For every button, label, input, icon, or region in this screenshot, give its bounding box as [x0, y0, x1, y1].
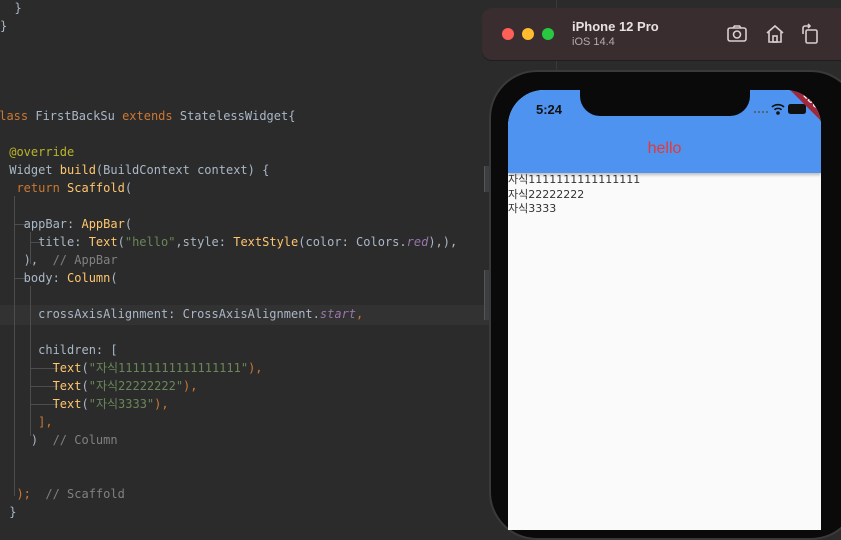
code-line[interactable]: ) // Column	[2, 431, 118, 449]
code-token: // Column	[52, 433, 118, 447]
code-token: (	[117, 235, 125, 249]
code-line[interactable]: }	[0, 17, 7, 35]
code-token: ),	[248, 361, 263, 375]
code-token: ),	[2, 253, 53, 267]
code-token: Text	[52, 361, 82, 375]
code-line[interactable]: Text("자식11111111111111111"),	[2, 359, 263, 377]
code-token: ),	[154, 397, 169, 411]
code-token: appBar:	[2, 217, 82, 231]
code-token: }	[0, 19, 8, 33]
code-token: "자식22222222"	[88, 379, 184, 393]
screenshot-icon[interactable]	[725, 22, 749, 46]
code-token: Column	[67, 271, 111, 285]
battery-icon	[788, 104, 806, 114]
code-token: Text	[88, 235, 118, 249]
code-token: (	[124, 181, 133, 195]
code-token: @override	[2, 145, 75, 159]
code-token: "hello"	[124, 235, 176, 249]
code-line[interactable]: }	[0, 0, 22, 17]
code-token: AppBar	[81, 217, 125, 231]
code-token: ,style:	[175, 235, 234, 249]
code-token: title:	[2, 235, 89, 249]
code-token: StatelessWidget{	[179, 109, 296, 123]
code-token: ,	[356, 307, 364, 321]
code-token: FirstBackSu	[35, 109, 123, 123]
body-column: 자식1111111111111111 자식22222222 자식3333	[508, 173, 821, 217]
body-text-2: 자식22222222	[508, 187, 585, 201]
device-notch	[580, 90, 750, 116]
appbar-title: hello	[647, 140, 682, 157]
code-token: "자식11111111111111111"	[88, 361, 249, 375]
code-line[interactable]: children: [	[2, 341, 118, 359]
code-token: (color: Colors.	[298, 235, 407, 249]
code-token: (	[81, 379, 89, 393]
rotate-icon[interactable]	[798, 22, 822, 46]
code-token: ),	[183, 379, 198, 393]
code-line[interactable]: body: Column(	[2, 269, 118, 287]
code-token: body:	[2, 271, 68, 285]
zoom-window-button[interactable]	[542, 28, 554, 40]
code-token: Scaffold	[67, 181, 125, 195]
close-window-button[interactable]	[502, 28, 514, 40]
code-line[interactable]: Text("자식22222222"),	[2, 377, 198, 395]
code-token: // Scaffold	[45, 487, 125, 501]
code-token: crossAxisAlignment: CrossAxisAlignment.	[2, 307, 320, 321]
code-line[interactable]: Widget build(BuildContext context) {	[2, 161, 269, 179]
device-name: iPhone 12 Pro	[572, 19, 659, 34]
code-token: ),),	[428, 235, 458, 249]
code-token: TextStyle	[233, 235, 299, 249]
os-version: iOS 14.4	[572, 36, 615, 48]
code-token: }	[0, 1, 22, 15]
code-token: children: [	[2, 343, 118, 357]
code-token: start	[319, 307, 357, 321]
code-token: ],	[2, 415, 53, 429]
cellular-signal-icon	[754, 111, 768, 113]
code-line[interactable]: ), // AppBar	[2, 251, 118, 269]
code-line[interactable]: appBar: AppBar(	[2, 215, 132, 233]
code-line[interactable]: crossAxisAlignment: CrossAxisAlignment.s…	[2, 305, 363, 323]
code-token: build	[59, 163, 96, 177]
code-line[interactable]: Text("자식3333"),	[2, 395, 169, 413]
code-token: Text	[52, 397, 82, 411]
body-text-3: 자식3333	[508, 202, 557, 215]
code-line[interactable]: }	[2, 503, 16, 521]
code-line[interactable]: @override	[2, 143, 74, 161]
minimize-window-button[interactable]	[522, 28, 534, 40]
code-token: Widget	[2, 163, 60, 177]
wifi-icon	[771, 103, 785, 115]
code-token: (	[124, 217, 133, 231]
code-token: return	[16, 181, 68, 195]
code-token: "자식3333"	[88, 397, 155, 411]
code-token: (	[81, 361, 89, 375]
code-token: );	[2, 487, 46, 501]
app-screen[interactable]: 5:24 hello DEBUG 자식1111111111111111 자식22…	[508, 90, 821, 530]
code-line[interactable]: ],	[2, 413, 53, 431]
code-token: (	[81, 397, 89, 411]
code-token: (	[110, 271, 118, 285]
code-token: red	[406, 235, 429, 249]
code-line[interactable]: return Scaffold(	[2, 179, 132, 197]
code-token: Text	[52, 379, 82, 393]
status-time: 5:24	[536, 102, 563, 117]
code-token: class	[0, 109, 29, 123]
code-token: )	[2, 433, 53, 447]
simulator-toolbar: iPhone 12 Pro iOS 14.4	[482, 8, 841, 60]
body-text-1: 자식1111111111111111	[508, 173, 641, 186]
code-token: (BuildContext context) {	[95, 163, 270, 177]
code-token: extends	[122, 109, 180, 123]
code-line[interactable]: ); // Scaffold	[2, 485, 125, 503]
code-line[interactable]: class FirstBackSu extends StatelessWidge…	[0, 107, 295, 125]
home-icon[interactable]	[763, 22, 787, 46]
code-token: // AppBar	[52, 253, 118, 267]
code-line[interactable]: title: Text("hello",style: TextStyle(col…	[2, 233, 457, 251]
